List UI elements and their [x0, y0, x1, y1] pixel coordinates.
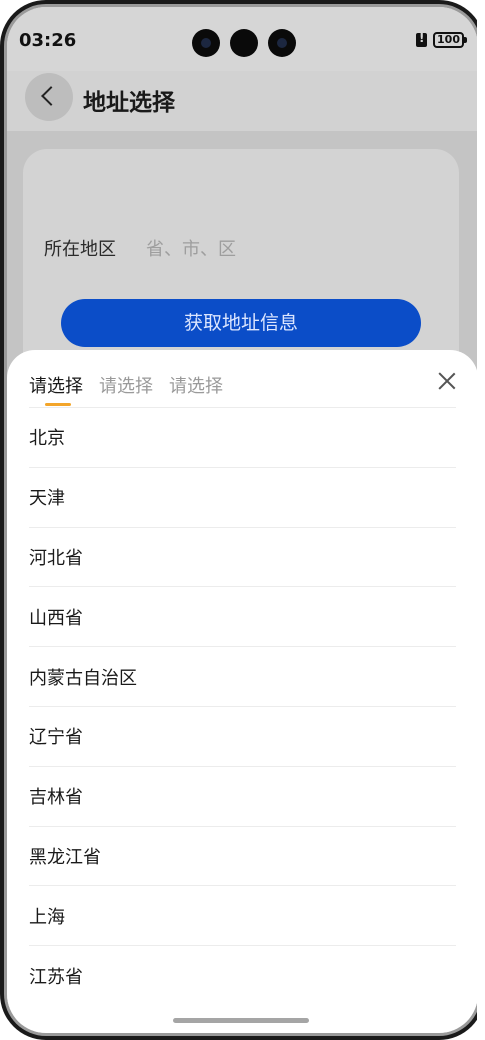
- list-item[interactable]: 江苏省: [29, 945, 456, 1005]
- camera-icon: [268, 29, 296, 57]
- tab-label: 请选择: [169, 376, 223, 397]
- list-item[interactable]: 天津: [29, 466, 456, 527]
- screen: 03:26 100 地址选择 所在地区 省、市、区 获取: [7, 7, 478, 1033]
- camera-icon: [192, 29, 220, 57]
- list-item[interactable]: 内蒙古自治区: [29, 646, 456, 706]
- page-title: 地址选择: [83, 90, 175, 116]
- region-label: 所在地区: [44, 239, 116, 260]
- phone-frame: 03:26 100 地址选择 所在地区 省、市、区 获取: [0, 0, 485, 1040]
- chevron-left-icon: [41, 86, 61, 106]
- tab-district[interactable]: 请选择: [169, 372, 223, 404]
- back-button[interactable]: [25, 73, 73, 121]
- region-input[interactable]: 省、市、区: [146, 235, 236, 261]
- list-item[interactable]: 黑龙江省: [29, 825, 456, 886]
- close-button[interactable]: [432, 366, 462, 396]
- home-indicator[interactable]: [173, 1018, 309, 1023]
- list-item[interactable]: 上海: [29, 885, 456, 945]
- tab-indicator: [45, 403, 71, 406]
- sim-alert-icon: [416, 31, 428, 47]
- status-time: 03:26: [19, 30, 77, 51]
- camera-icon: [230, 29, 258, 57]
- battery-icon: 100: [433, 32, 467, 48]
- list-item[interactable]: 北京: [29, 407, 456, 467]
- edge-strip: [477, 0, 485, 1040]
- tab-label: 请选择: [99, 376, 153, 397]
- list-item[interactable]: 山西省: [29, 586, 456, 646]
- get-address-button[interactable]: 获取地址信息: [61, 299, 421, 347]
- list-item[interactable]: 辽宁省: [29, 705, 456, 766]
- tab-label: 请选择: [29, 376, 83, 397]
- list-item[interactable]: 吉林省: [29, 765, 456, 826]
- region-list: 北京 天津 河北省 山西省 内蒙古自治区 辽宁省 吉林省 黑龙江省 上海 江苏省: [29, 407, 456, 1005]
- tab-city[interactable]: 请选择: [99, 372, 153, 404]
- phone-bezel: 03:26 100 地址选择 所在地区 省、市、区 获取: [4, 4, 481, 1036]
- picker-tabs: 请选择 请选择 请选择: [29, 372, 223, 406]
- header: 地址选择: [7, 71, 478, 131]
- tab-province[interactable]: 请选择: [29, 372, 83, 406]
- list-item[interactable]: 河北省: [29, 526, 456, 587]
- status-indicators: 100: [416, 31, 467, 48]
- status-bar: 03:26 100: [7, 7, 478, 71]
- region-picker-sheet: 请选择 请选择 请选择 北京 天津 河北省 山西省 内蒙古自治区 辽宁省 吉林省…: [7, 350, 478, 1033]
